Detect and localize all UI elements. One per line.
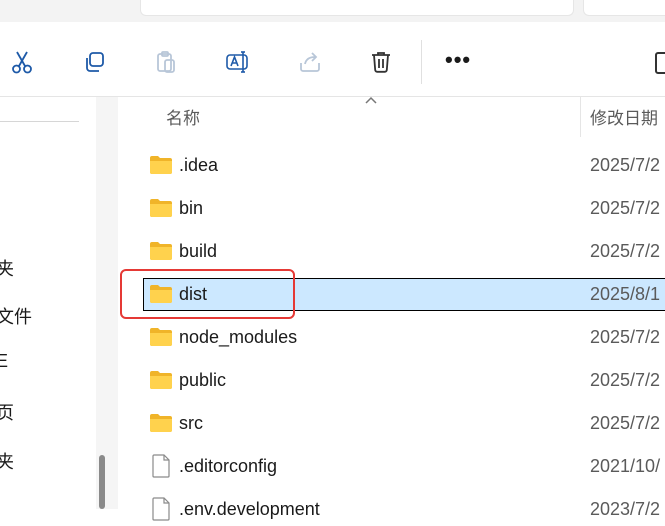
- column-header-name[interactable]: 名称: [166, 97, 200, 141]
- file-row[interactable]: node_modules 2025/7/2: [143, 321, 665, 354]
- nav-divider: [0, 121, 79, 122]
- view-options-icon[interactable]: [655, 52, 665, 74]
- rename-icon: [226, 51, 248, 73]
- file-date: 2025/7/2: [590, 327, 661, 347]
- folder-icon: [150, 199, 172, 217]
- cut-icon: [12, 51, 32, 74]
- share-icon: [300, 52, 320, 72]
- copy-button[interactable]: [80, 48, 108, 76]
- paste-button[interactable]: [152, 48, 180, 76]
- file-date: 2025/7/2: [590, 241, 661, 261]
- file-name: .editorconfig: [179, 456, 278, 476]
- file-date: 2025/7/2: [590, 413, 661, 433]
- address-bar-strip: [0, 0, 665, 22]
- file-row[interactable]: bin 2025/7/2: [143, 192, 665, 225]
- file-row[interactable]: src 2025/7/2: [143, 407, 665, 440]
- file-row[interactable]: .env.development 2023/7/2: [143, 493, 665, 526]
- file-name: src: [179, 413, 203, 433]
- file-name: .idea: [179, 155, 219, 175]
- file-name: .env.development: [179, 499, 320, 519]
- file-icon: [152, 454, 170, 478]
- nav-scrollbar-thumb[interactable]: [99, 455, 105, 509]
- delete-icon: [372, 52, 390, 73]
- file-date: 2025/7/2: [590, 198, 661, 218]
- delete-button[interactable]: [367, 48, 395, 76]
- folder-icon: [150, 328, 172, 346]
- navigation-pane: 夹 文件 E 页 夹: [0, 97, 96, 509]
- copy-icon: [86, 52, 104, 72]
- file-row[interactable]: .idea 2025/7/2: [143, 149, 665, 182]
- nav-item[interactable]: E: [0, 351, 8, 372]
- file-icon: [152, 497, 170, 521]
- file-row[interactable]: .editorconfig 2021/10/: [143, 450, 665, 483]
- file-date: 2021/10/: [590, 456, 661, 476]
- command-toolbar: •••: [0, 22, 665, 97]
- file-date: 2023/7/2: [590, 499, 661, 519]
- file-name: build: [179, 241, 218, 261]
- search-box[interactable]: [583, 0, 665, 16]
- nav-scrollbar[interactable]: [96, 97, 118, 509]
- sort-ascending-icon: [365, 96, 377, 104]
- folder-icon: [150, 371, 172, 389]
- nav-item[interactable]: 页: [0, 399, 14, 425]
- file-date: 2025/7/2: [590, 155, 661, 175]
- file-name: public: [179, 370, 227, 390]
- folder-icon: [150, 156, 172, 174]
- column-header-date[interactable]: 修改日期: [590, 97, 658, 141]
- rename-button[interactable]: [224, 48, 252, 76]
- address-bar[interactable]: [140, 0, 574, 16]
- share-button[interactable]: [296, 48, 324, 76]
- nav-item[interactable]: 文件: [0, 303, 32, 329]
- file-date: 2025/8/1: [590, 284, 661, 304]
- file-row[interactable]: build 2025/7/2: [143, 235, 665, 268]
- cut-button[interactable]: [8, 48, 36, 76]
- more-options-button[interactable]: •••: [445, 46, 471, 74]
- folder-icon: [150, 414, 172, 432]
- file-name: bin: [179, 198, 204, 218]
- nav-item[interactable]: 夹: [0, 448, 14, 474]
- paste-icon: [157, 51, 175, 73]
- column-separator[interactable]: [580, 97, 581, 137]
- annotation-highlight-box: [120, 269, 295, 319]
- file-name: node_modules: [179, 327, 298, 347]
- folder-icon: [150, 242, 172, 260]
- file-row[interactable]: public 2025/7/2: [143, 364, 665, 397]
- toolbar-separator: [421, 40, 422, 84]
- nav-item[interactable]: 夹: [0, 255, 14, 281]
- file-date: 2025/7/2: [590, 370, 661, 390]
